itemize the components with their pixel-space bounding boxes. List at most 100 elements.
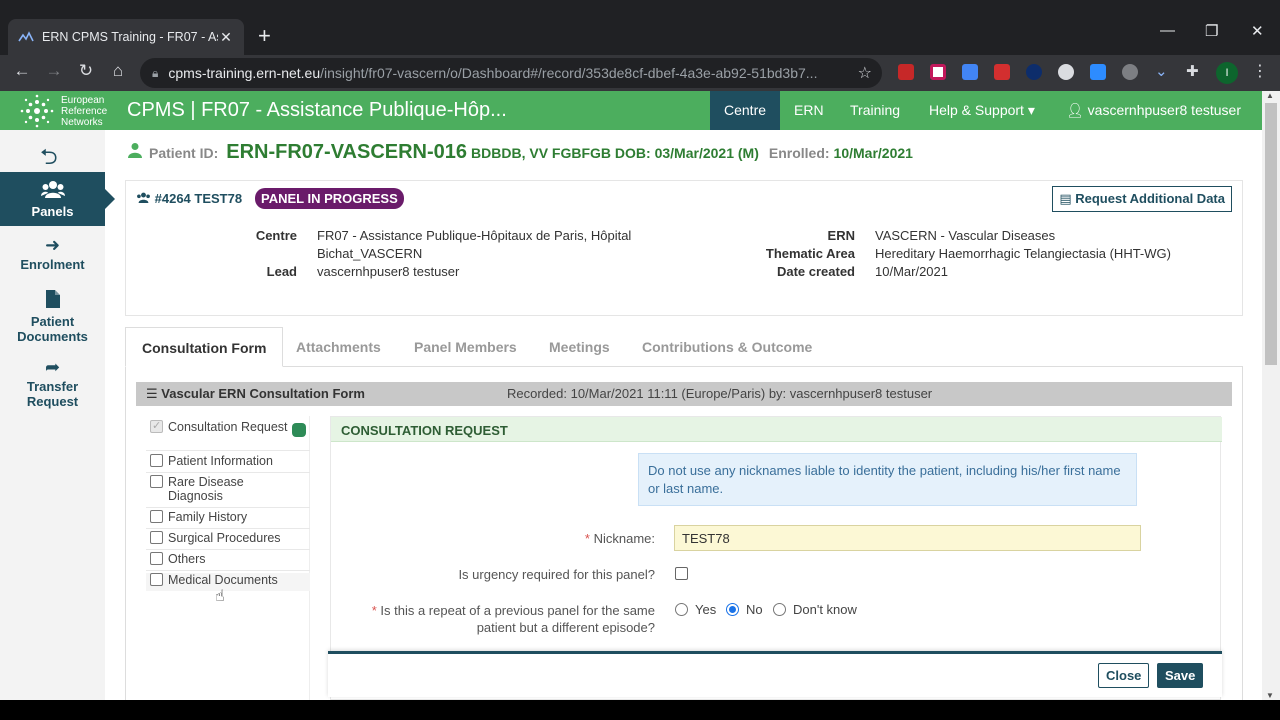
date-created-label: Date created xyxy=(776,264,855,279)
section-consultation-request[interactable]: Consultation Request xyxy=(146,419,310,437)
profile-avatar[interactable]: I xyxy=(1216,62,1238,84)
section-family-history[interactable]: Family History xyxy=(146,510,310,524)
share-icon: ➦ xyxy=(44,357,61,377)
panel-id[interactable]: #4264 TEST78 xyxy=(136,191,242,206)
urgency-checkbox[interactable] xyxy=(675,567,688,580)
info-alert: Do not use any nicknames liable to ident… xyxy=(638,453,1137,506)
page-scrollbar[interactable]: ▲ ▼ xyxy=(1262,91,1280,700)
repeat-dont-know-label: Don't know xyxy=(793,602,857,617)
tab-contributions-outcome[interactable]: Contributions & Outcome xyxy=(626,327,828,367)
address-bar[interactable]: 🔒︎ cpms-training.ern-net.eu /insight/fr0… xyxy=(140,58,882,88)
app-title[interactable]: CPMS | FR07 - Assistance Publique-Hôp... xyxy=(127,99,507,122)
forward-arrow-icon[interactable]: → xyxy=(42,61,66,81)
new-tab-icon[interactable]: + xyxy=(258,24,271,48)
thematic-area-label: Thematic Area xyxy=(765,246,855,261)
patient-details: BDBDB, VV FGBFGB DOB: 03/Mar/2021 (M) xyxy=(471,145,759,161)
form-section-nav: Consultation Request Patient Information… xyxy=(146,416,310,700)
nav-centre[interactable]: Centre xyxy=(710,91,780,130)
extensions-puzzle-icon[interactable]: ✚ xyxy=(1186,62,1199,80)
divider xyxy=(146,528,310,529)
repeat-no-radio[interactable] xyxy=(726,603,739,616)
section-checkbox[interactable] xyxy=(150,419,163,433)
tab-meetings[interactable]: Meetings xyxy=(533,327,626,367)
sidebar-item-enrolment[interactable]: ➜ Enrolment xyxy=(0,236,105,278)
browser-menu-icon[interactable]: ⋮ xyxy=(1252,61,1268,81)
scroll-down-icon[interactable]: ▼ xyxy=(1266,691,1274,700)
sidebar-item-transfer-request[interactable]: ➦ Transfer Request xyxy=(0,357,105,414)
chevron-down-icon[interactable]: ⌄ xyxy=(1155,62,1168,80)
section-checkbox[interactable] xyxy=(150,552,163,565)
zoom-icon[interactable] xyxy=(1090,64,1106,80)
ern-favicon-icon xyxy=(18,29,34,45)
url-path: /insight/fr07-vascern/o/Dashboard#/recor… xyxy=(320,65,818,81)
section-checkbox[interactable] xyxy=(150,454,163,467)
sidebar-item-panels[interactable]: Panels xyxy=(0,172,115,226)
sidebar-item-patient-documents[interactable]: Patient Documents xyxy=(0,290,105,344)
home-icon[interactable]: ⌂ xyxy=(106,61,130,81)
centre-label: Centre xyxy=(255,228,297,243)
repeat-dont-know-radio[interactable] xyxy=(773,603,786,616)
form-footer: Close Save xyxy=(328,651,1222,697)
extension-1-icon[interactable] xyxy=(898,64,914,80)
restore-icon[interactable]: ❐ xyxy=(1205,22,1218,40)
section-checkbox[interactable] xyxy=(150,573,163,586)
extension-8-icon[interactable] xyxy=(1122,64,1138,80)
section-medical-documents[interactable]: Medical Documents xyxy=(146,573,310,591)
section-others[interactable]: Others xyxy=(146,552,310,566)
minimize-icon[interactable]: — xyxy=(1160,22,1175,39)
section-checkbox[interactable] xyxy=(150,531,163,544)
tab-consultation-form[interactable]: Consultation Form xyxy=(125,327,284,367)
section-surgical-procedures[interactable]: Surgical Procedures xyxy=(146,531,310,545)
users-icon xyxy=(136,191,155,206)
divider xyxy=(146,549,310,550)
nav-ern[interactable]: ERN xyxy=(780,91,838,130)
nav-training[interactable]: Training xyxy=(836,91,914,130)
section-rare-disease-diagnosis[interactable]: Rare Disease Diagnosis xyxy=(146,475,310,503)
nav-help-support[interactable]: Help & Support ▾ xyxy=(915,91,1049,130)
extension-2-icon[interactable] xyxy=(930,64,946,80)
repeat-yes-radio[interactable] xyxy=(675,603,688,616)
browser-tab[interactable]: ERN CPMS Training - FR07 - Assi ✕ xyxy=(8,19,244,55)
enrolled-date: 10/Mar/2021 xyxy=(833,145,913,161)
divider xyxy=(146,450,310,451)
nickname-input[interactable]: TEST78 xyxy=(674,525,1141,551)
extension-6-icon[interactable] xyxy=(1058,64,1074,80)
google-translate-icon[interactable] xyxy=(962,64,978,80)
tab-panel-members[interactable]: Panel Members xyxy=(398,327,533,367)
section-checkbox[interactable] xyxy=(150,510,163,523)
status-dot-icon xyxy=(292,423,306,437)
save-button[interactable]: Save xyxy=(1157,663,1204,688)
back-arrow-icon[interactable]: ← xyxy=(10,61,34,81)
section-patient-information[interactable]: Patient Information xyxy=(146,454,310,468)
thematic-area-value: Hereditary Haemorrhagic Telangiectasia (… xyxy=(875,246,1171,261)
reload-icon[interactable]: ↻ xyxy=(74,61,98,81)
patient-header: Patient ID: ERN-FR07-VASCERN-016 BDBDB, … xyxy=(127,141,913,164)
centre-value: FR07 - Assistance Publique-Hôpitaux de P… xyxy=(317,228,632,261)
pdf-icon[interactable] xyxy=(994,64,1010,80)
nav-user-menu[interactable]: 👤︎ vascernhpuser8 testuser ▾ xyxy=(1052,91,1262,157)
section-title: CONSULTATION REQUEST xyxy=(331,417,1222,442)
scroll-up-icon[interactable]: ▲ xyxy=(1266,91,1274,100)
tab-close-icon[interactable]: ✕ xyxy=(218,29,234,46)
recorded-info: Recorded: 10/Mar/2021 11:11 (Europe/Pari… xyxy=(507,386,933,401)
bookmark-star-icon[interactable]: ☆ xyxy=(858,63,872,83)
nav-user-label: vascernhpuser8 testuser ▾ xyxy=(1066,102,1241,157)
window-close-icon[interactable]: ✕ xyxy=(1251,22,1264,40)
enrolled-label: Enrolled: xyxy=(768,145,830,161)
tab-attachments[interactable]: Attachments xyxy=(280,327,397,367)
url-host: cpms-training.ern-net.eu xyxy=(168,65,321,81)
panel-tabs: Consultation Form Attachments Panel Memb… xyxy=(125,327,1243,367)
section-checkbox[interactable] xyxy=(150,475,163,488)
browser-toolbar: ← → ↻ ⌂ 🔒︎ cpms-training.ern-net.eu /ins… xyxy=(0,55,1280,91)
list-icon: ☰ xyxy=(146,386,158,401)
extension-5-icon[interactable] xyxy=(1026,64,1042,80)
form-title: ☰ Vascular ERN Consultation Form xyxy=(146,386,365,401)
status-badge: PANEL IN PROGRESS xyxy=(255,188,404,209)
close-button[interactable]: Close xyxy=(1098,663,1150,688)
panel-summary-card: #4264 TEST78 PANEL IN PROGRESS ▤ Request… xyxy=(125,180,1243,316)
repeat-yes-label: Yes xyxy=(695,602,717,617)
divider xyxy=(146,507,310,508)
scrollbar-thumb[interactable] xyxy=(1265,103,1277,365)
request-additional-data-button[interactable]: ▤ Request Additional Data xyxy=(1052,186,1232,212)
ern-logo-icon xyxy=(20,94,54,128)
